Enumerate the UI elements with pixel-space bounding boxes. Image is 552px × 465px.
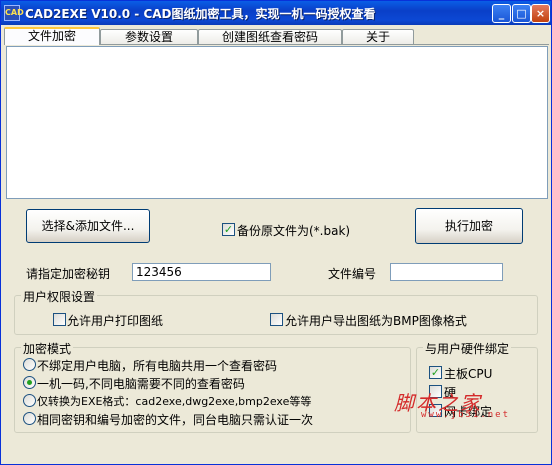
mode-label-unbound: 不绑定用户电脑，所有电脑共用一个查看密码 xyxy=(37,359,278,373)
bind-motherboard-cpu-checkbox[interactable]: ✓ xyxy=(429,366,442,379)
allow-export-checkbox[interactable] xyxy=(270,313,283,326)
key-input[interactable]: 123456 xyxy=(132,263,271,281)
window-title: CAD2EXE V10.0 - CAD图纸加密工具，实现一机一码授权查看 xyxy=(25,7,376,21)
mode-label-same-key: 相同密钥和编号加密的文件，同台电脑只需认证一次 xyxy=(37,413,314,427)
mode-radio-exe-only[interactable] xyxy=(23,394,36,407)
watermark-url: www.jb51.net xyxy=(421,410,511,420)
maximize-button[interactable]: □ xyxy=(512,4,531,23)
mode-radio-same-key[interactable] xyxy=(23,412,36,425)
tab-settings[interactable]: 参数设置 xyxy=(100,29,198,45)
permissions-group: 用户权限设置 允许用户打印图纸 允许用户导出图纸为BMP图像格式 xyxy=(14,288,538,335)
mode-radio-one-machine[interactable] xyxy=(23,376,36,389)
file-list[interactable] xyxy=(6,46,548,199)
mode-label-one-machine: 一机一码,不同电脑需要不同的查看密码 xyxy=(37,377,245,391)
allow-export-label: 允许用户导出图纸为BMP图像格式 xyxy=(285,314,467,328)
encryption-mode-title: 加密模式 xyxy=(21,340,74,357)
execute-encrypt-button[interactable]: 执行加密 xyxy=(415,208,523,244)
add-files-button[interactable]: 选择&添加文件... xyxy=(26,209,150,243)
bind-motherboard-cpu-label: 主板CPU xyxy=(444,367,493,381)
backup-label: 备份原文件为(*.bak) xyxy=(237,224,351,238)
app-icon: CAD xyxy=(4,5,24,21)
tab-file-encrypt[interactable]: 文件加密 xyxy=(4,27,100,45)
allow-print-checkbox[interactable] xyxy=(53,313,66,326)
hardware-binding-title: 与用户硬件绑定 xyxy=(423,340,512,357)
mode-label-exe-only: 仅转换为EXE格式：cad2exe,dwg2exe,bmp2exe等等 xyxy=(37,395,312,408)
tab-create-view-password[interactable]: 创建图纸查看密码 xyxy=(198,29,342,45)
file-number-input[interactable] xyxy=(390,263,503,281)
file-number-label: 文件编号 xyxy=(328,267,377,281)
main-window: CAD CAD2EXE V10.0 - CAD图纸加密工具，实现一机一码授权查看… xyxy=(0,0,552,465)
permissions-title: 用户权限设置 xyxy=(21,288,98,305)
backup-checkbox[interactable]: ✓ xyxy=(222,223,235,236)
title-bar[interactable]: CAD CAD2EXE V10.0 - CAD图纸加密工具，实现一机一码授权查看… xyxy=(1,1,551,25)
mode-radio-unbound[interactable] xyxy=(23,358,36,371)
tab-about[interactable]: 关于 xyxy=(342,29,414,45)
encryption-mode-group: 加密模式 不绑定用户电脑，所有电脑共用一个查看密码 一机一码,不同电脑需要不同的… xyxy=(14,340,411,433)
key-label: 请指定加密秘钥 xyxy=(26,267,111,281)
minimize-button[interactable]: _ xyxy=(492,4,511,23)
allow-print-label: 允许用户打印图纸 xyxy=(67,314,164,328)
tab-strip: 文件加密 参数设置 创建图纸查看密码 关于 xyxy=(4,27,549,45)
close-button[interactable]: × xyxy=(531,4,550,23)
